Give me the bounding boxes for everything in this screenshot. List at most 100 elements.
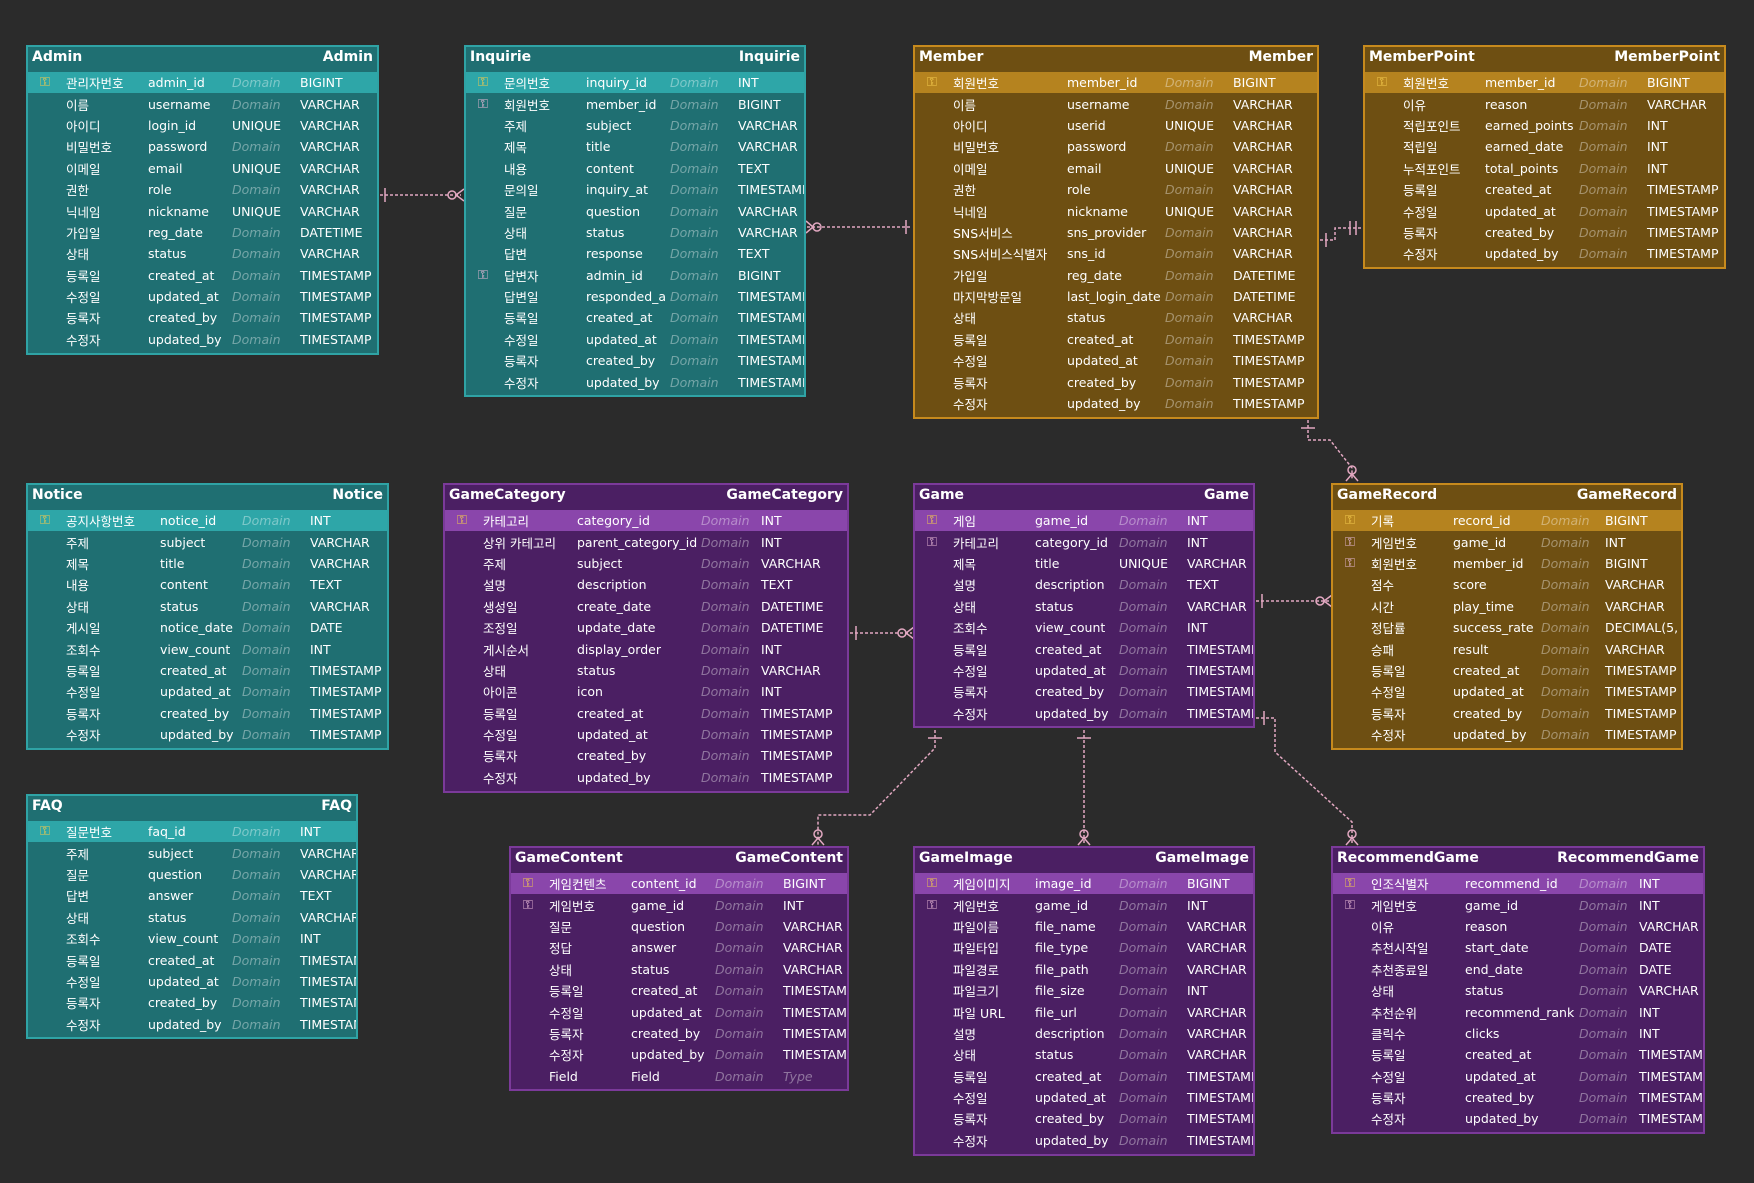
table-row[interactable]: 비밀번호 password Domain VARCHAR: [28, 136, 377, 157]
table-row[interactable]: 등록일 created_at Domain TIMESTAMP: [915, 329, 1317, 350]
table-row[interactable]: 상태 status Domain VARCHAR: [466, 222, 804, 243]
table-game[interactable]: Game Game ⚿ 게임 game_id Domain INT ⚿ 카테고리 category…: [913, 483, 1255, 728]
table-row[interactable]: 닉네임 nickname UNIQUE VARCHAR: [28, 200, 377, 221]
table-row[interactable]: 등록일 created_at Domain TIMESTAMP: [1365, 179, 1724, 200]
table-row[interactable]: 정답률 success_rate Domain DECIMAL(5, 2): [1333, 617, 1681, 638]
table-row[interactable]: 이름 username Domain VARCHAR: [28, 93, 377, 114]
table-row[interactable]: 등록자 created_by Domain TIMESTAMP: [915, 1108, 1253, 1129]
table-header[interactable]: Member Member: [915, 47, 1317, 66]
table-row[interactable]: 등록자 created_by Domain TIMESTAMP: [915, 371, 1317, 392]
table-row[interactable]: 수정일 updated_at Domain TIMESTAMP: [28, 971, 356, 992]
table-row[interactable]: ⚿ 게임번호 game_id Domain INT: [511, 894, 847, 915]
table-row[interactable]: ⚿ 회원번호 member_id Domain BIGINT: [466, 93, 804, 114]
table-row[interactable]: 생성일 create_date Domain DATETIME: [445, 596, 847, 617]
table-row[interactable]: ⚿ 게임이미지 image_id Domain BIGINT: [915, 873, 1253, 895]
table-row[interactable]: 주제 subject Domain VARCHAR: [466, 115, 804, 136]
table-row[interactable]: 수정자 updated_by Domain TIMESTAMP: [511, 1044, 847, 1065]
table-row[interactable]: 권한 role Domain VARCHAR: [28, 179, 377, 200]
table-row[interactable]: 정답 answer Domain VARCHAR: [511, 937, 847, 958]
table-row[interactable]: ⚿ 게임번호 game_id Domain INT: [1333, 531, 1681, 552]
table-row[interactable]: 수정일 updated_at Domain TIMESTAMP: [1333, 1066, 1703, 1087]
table-row[interactable]: 질문 question Domain VARCHAR: [511, 916, 847, 937]
table-row[interactable]: 이메일 email UNIQUE VARCHAR: [915, 158, 1317, 179]
table-row[interactable]: ⚿ 인조식별자 recommend_id Domain INT: [1333, 873, 1703, 895]
table-row[interactable]: SNS서비스식별자 sns_id Domain VARCHAR: [915, 243, 1317, 264]
table-row[interactable]: 등록자 created_by Domain TIMESTAMP: [28, 307, 377, 328]
table-header[interactable]: Admin Admin: [28, 47, 377, 66]
table-row[interactable]: 수정자 updated_by Domain TIMESTAMP: [28, 329, 377, 350]
table-row[interactable]: 설명 description Domain TEXT: [915, 574, 1253, 595]
table-row[interactable]: 아이디 userid UNIQUE VARCHAR: [915, 115, 1317, 136]
table-row[interactable]: 파일 URL file_url Domain VARCHAR: [915, 1001, 1253, 1022]
table-row[interactable]: 수정일 updated_at Domain TIMESTAMP: [915, 350, 1317, 371]
table-row[interactable]: 수정일 updated_at Domain TIMESTAMP: [28, 681, 387, 702]
table-row[interactable]: 수정일 updated_at Domain TIMESTAMP: [1333, 681, 1681, 702]
table-row[interactable]: 등록자 created_by Domain TIMESTAMP: [466, 350, 804, 371]
table-row[interactable]: 등록자 created_by Domain TIMESTAMP: [28, 703, 387, 724]
table-member[interactable]: Member Member ⚿ 회원번호 member_id Domain BIGINT 이름…: [913, 45, 1319, 419]
table-row[interactable]: 수정일 updated_at Domain TIMESTAMP: [28, 286, 377, 307]
table-row[interactable]: 제목 title Domain VARCHAR: [28, 553, 387, 574]
table-header[interactable]: GameCategory GameCategory: [445, 485, 847, 504]
table-row[interactable]: 질문 question Domain VARCHAR: [466, 200, 804, 221]
table-row[interactable]: 문의일 inquiry_at Domain TIMESTAMP: [466, 179, 804, 200]
table-row[interactable]: ⚿ 카테고리 category_id Domain INT: [445, 510, 847, 532]
table-row[interactable]: 등록자 created_by Domain TIMESTAMP: [445, 745, 847, 766]
table-row[interactable]: ⚿ 게임 game_id Domain INT: [915, 510, 1253, 532]
table-row[interactable]: 클릭수 clicks Domain INT: [1333, 1023, 1703, 1044]
table-header[interactable]: Notice Notice: [28, 485, 387, 504]
table-row[interactable]: 수정일 updated_at Domain TIMESTAMP: [445, 724, 847, 745]
table-row[interactable]: 상태 status Domain VARCHAR: [915, 307, 1317, 328]
table-row[interactable]: 수정일 updated_at Domain TIMESTAMP: [915, 660, 1253, 681]
table-row[interactable]: 이름 username Domain VARCHAR: [915, 93, 1317, 114]
table-row[interactable]: 추천종료일 end_date Domain DATE: [1333, 959, 1703, 980]
table-row[interactable]: 등록자 created_by Domain TIMESTAMP: [511, 1023, 847, 1044]
table-row[interactable]: 파일경로 file_path Domain VARCHAR: [915, 959, 1253, 980]
table-row[interactable]: 적립일 earned_date Domain INT: [1365, 136, 1724, 157]
table-row[interactable]: 승패 result Domain VARCHAR: [1333, 638, 1681, 659]
table-row[interactable]: 수정일 updated_at Domain TIMESTAMP: [915, 1087, 1253, 1108]
table-row[interactable]: 등록자 created_by Domain TIMESTAMP: [28, 992, 356, 1013]
table-row[interactable]: 닉네임 nickname UNIQUE VARCHAR: [915, 200, 1317, 221]
table-row[interactable]: ⚿ 회원번호 member_id Domain BIGINT: [915, 72, 1317, 94]
table-header[interactable]: GameContent GameContent: [511, 848, 847, 867]
table-row[interactable]: 수정일 updated_at Domain TIMESTAMP: [1365, 200, 1724, 221]
table-row[interactable]: 수정자 updated_by Domain TIMESTAMP: [915, 393, 1317, 414]
table-header[interactable]: GameRecord GameRecord: [1333, 485, 1681, 504]
table-row[interactable]: 조회수 view_count Domain INT: [28, 928, 356, 949]
table-header[interactable]: Inquirie Inquirie: [466, 47, 804, 66]
table-row[interactable]: 아이디 login_id UNIQUE VARCHAR: [28, 115, 377, 136]
table-row[interactable]: 누적포인트 total_points Domain INT: [1365, 158, 1724, 179]
table-header[interactable]: Game Game: [915, 485, 1253, 504]
table-row[interactable]: SNS서비스 sns_provider Domain VARCHAR: [915, 222, 1317, 243]
table-row[interactable]: 등록일 created_at Domain TIMESTAMP: [28, 265, 377, 286]
table-row[interactable]: 추천시작일 start_date Domain DATE: [1333, 937, 1703, 958]
table-row[interactable]: 상태 status Domain VARCHAR: [445, 660, 847, 681]
table-row[interactable]: 아이콘 icon Domain INT: [445, 681, 847, 702]
table-row[interactable]: 설명 description Domain VARCHAR: [915, 1023, 1253, 1044]
table-row[interactable]: 권한 role Domain VARCHAR: [915, 179, 1317, 200]
table-row[interactable]: 수정자 updated_by Domain TIMESTAMP: [915, 703, 1253, 724]
table-row[interactable]: 수정일 updated_at Domain TIMESTAMP: [511, 1001, 847, 1022]
table-row[interactable]: ⚿ 관리자번호 admin_id Domain BIGINT: [28, 72, 377, 94]
table-row[interactable]: ⚿ 답변자 admin_id Domain BIGINT: [466, 265, 804, 286]
table-row[interactable]: 등록일 created_at Domain TIMESTAMP: [915, 1066, 1253, 1087]
table-row[interactable]: ⚿ 게임번호 game_id Domain INT: [915, 894, 1253, 915]
table-row[interactable]: 설명 description Domain TEXT: [445, 574, 847, 595]
table-row[interactable]: 제목 title UNIQUE VARCHAR: [915, 553, 1253, 574]
table-row[interactable]: 수정자 updated_by Domain TIMESTAMP: [466, 371, 804, 392]
table-row[interactable]: 등록일 created_at Domain TIMESTAMP: [28, 660, 387, 681]
table-row[interactable]: Field Field Domain Type: [511, 1066, 847, 1087]
table-faq[interactable]: FAQ FAQ ⚿ 질문번호 faq_id Domain INT 주제 subject Domai…: [26, 794, 358, 1039]
table-row[interactable]: 내용 content Domain TEXT: [28, 574, 387, 595]
table-admin[interactable]: Admin Admin ⚿ 관리자번호 admin_id Domain BIGINT 이름 us…: [26, 45, 379, 355]
table-row[interactable]: 가입일 reg_date Domain DATETIME: [915, 265, 1317, 286]
table-row[interactable]: 파일크기 file_size Domain INT: [915, 980, 1253, 1001]
table-row[interactable]: 수정자 updated_by Domain TIMESTAMP: [445, 767, 847, 788]
table-row[interactable]: 등록일 created_at Domain TIMESTAMP: [445, 703, 847, 724]
table-row[interactable]: 주제 subject Domain VARCHAR: [445, 553, 847, 574]
table-row[interactable]: 등록일 created_at Domain TIMESTAMP: [511, 980, 847, 1001]
table-row[interactable]: ⚿ 게임컨텐츠 content_id Domain BIGINT: [511, 873, 847, 895]
table-gameimage[interactable]: GameImage GameImage ⚿ 게임이미지 image_id Domain BI…: [913, 846, 1255, 1156]
table-row[interactable]: ⚿ 회원번호 member_id Domain BIGINT: [1333, 553, 1681, 574]
